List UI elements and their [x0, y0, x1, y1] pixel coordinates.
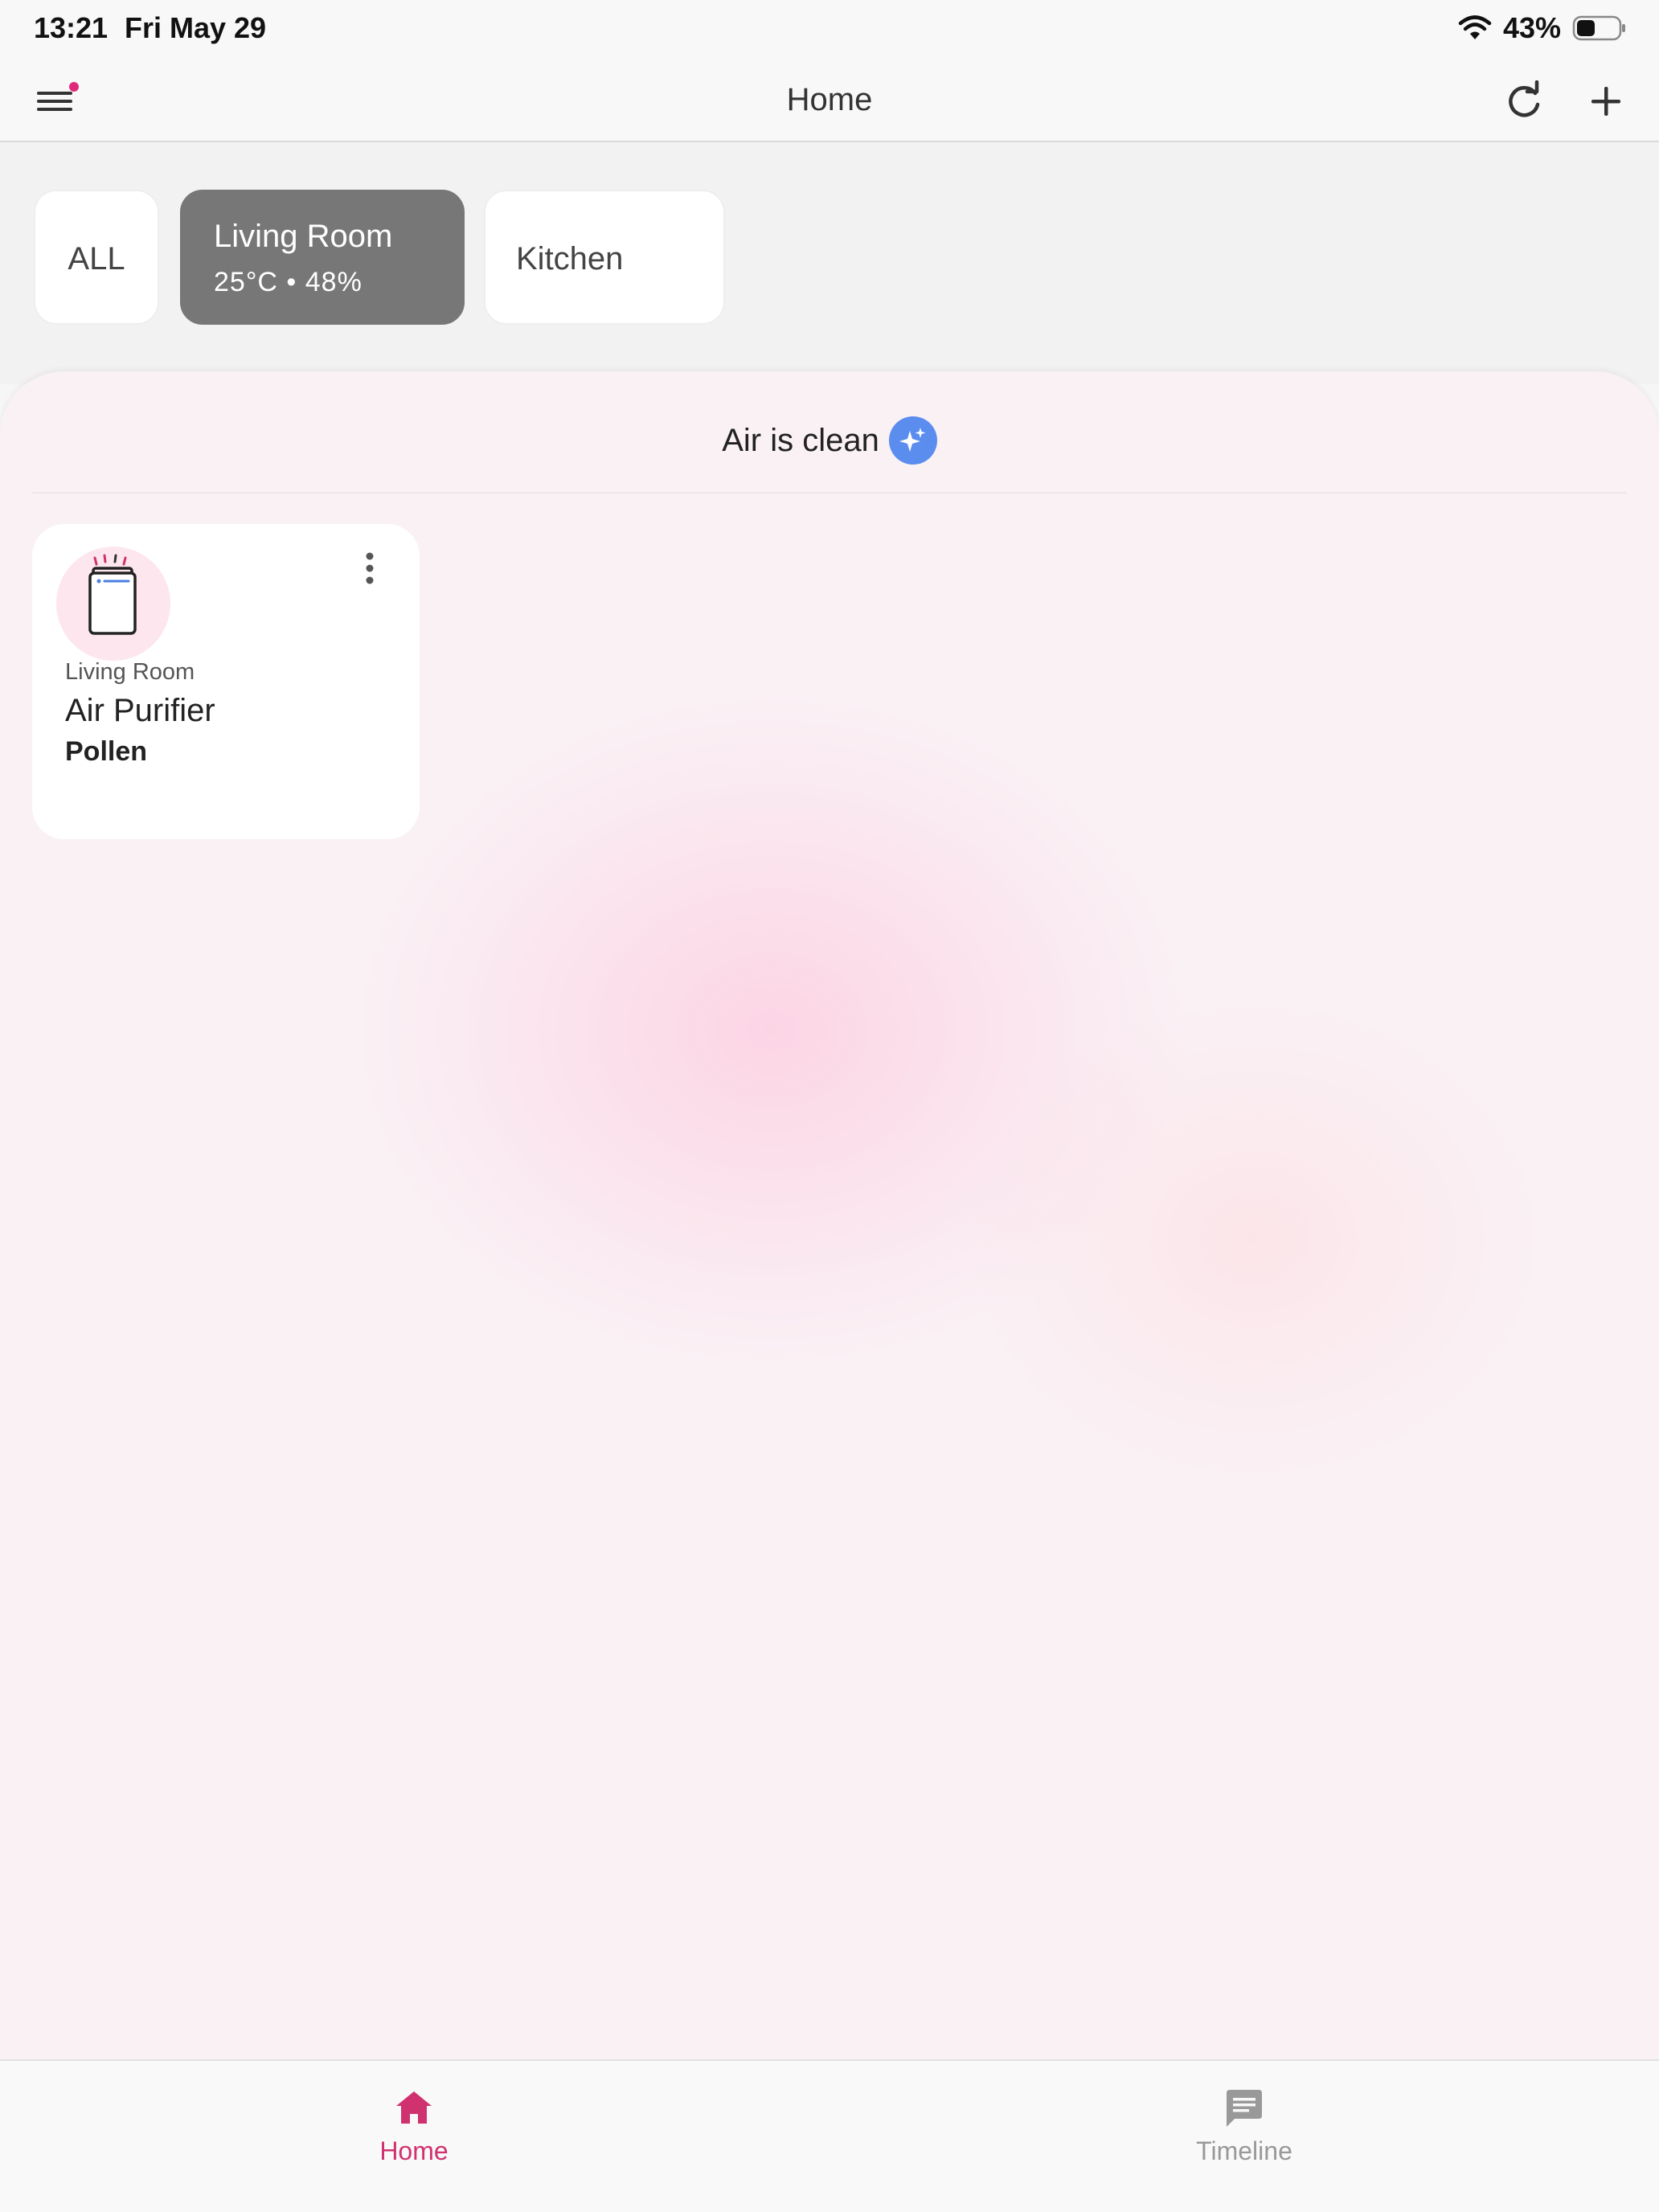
sparkle-icon [888, 416, 937, 465]
more-options-icon[interactable] [354, 548, 386, 588]
status-date: Fri May 29 [125, 11, 267, 44]
battery-percentage: 43% [1502, 11, 1561, 44]
nav-home[interactable]: Home [293, 2074, 535, 2186]
air-quality-status: Air is clean [0, 416, 1659, 465]
room-tab-all-label: ALL [68, 241, 125, 276]
air-purifier-icon [56, 547, 170, 661]
room-tab-living-room-label: Living Room [214, 219, 393, 254]
bottom-nav: Home Timeline [0, 2059, 1659, 2212]
divider [32, 492, 1627, 494]
device-room-label: Living Room [65, 659, 195, 685]
battery-icon [1572, 15, 1625, 41]
status-time: 13:21 [34, 11, 109, 44]
page-title: Home [786, 82, 873, 117]
room-tab-kitchen[interactable]: Kitchen [484, 190, 725, 325]
nav-home-label: Home [379, 2136, 449, 2165]
home-icon [396, 2091, 432, 2124]
device-card-air-purifier[interactable]: Living Room Air Purifier Pollen [32, 524, 420, 839]
room-tab-kitchen-label: Kitchen [516, 241, 624, 276]
wifi-icon [1458, 15, 1492, 39]
air-quality-text: Air is clean [722, 422, 879, 458]
nav-timeline-label: Timeline [1196, 2136, 1292, 2165]
device-mode: Pollen [65, 736, 148, 767]
screen: 13:21 Fri May 29 43% Home ALL Living Roo… [0, 0, 1659, 2212]
room-tab-living-room[interactable]: Living Room 25°C • 48% [180, 190, 465, 325]
status-bar: 13:21 Fri May 29 43% [0, 0, 1659, 58]
message-icon [1227, 2090, 1262, 2127]
nav-timeline[interactable]: Timeline [1124, 2074, 1365, 2186]
room-tab-all[interactable]: ALL [34, 190, 159, 325]
add-button[interactable] [1585, 80, 1627, 122]
room-climate-readout: 25°C • 48% [214, 267, 363, 297]
refresh-button[interactable] [1503, 80, 1545, 122]
device-name: Air Purifier [65, 693, 215, 728]
app-bar: Home [0, 58, 1659, 142]
main-panel: Air is clean Living Room Air Purifier Po… [0, 371, 1659, 2059]
status-indicators: 43% [1458, 11, 1627, 45]
room-tabs: ALL Living Room 25°C • 48% Kitchen [0, 143, 1659, 384]
